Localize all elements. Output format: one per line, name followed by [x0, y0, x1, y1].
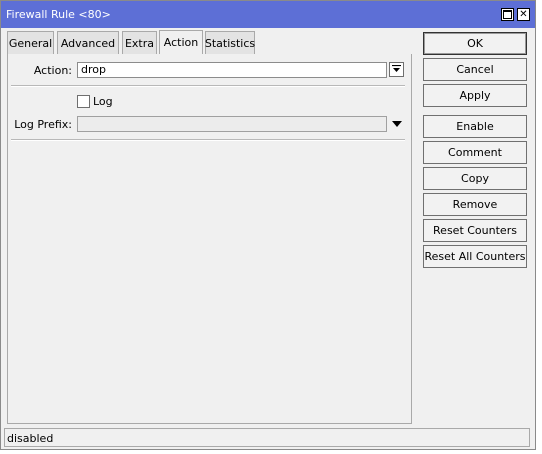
- remove-button[interactable]: Remove: [423, 193, 527, 216]
- log-prefix-label: Log Prefix:: [14, 118, 72, 131]
- ok-button[interactable]: OK: [423, 32, 527, 55]
- dropdown-arrow-icon[interactable]: [392, 121, 402, 127]
- title-bar[interactable]: Firewall Rule <80> ✕: [1, 1, 535, 28]
- tab-action[interactable]: Action: [159, 30, 203, 54]
- reset-all-counters-button[interactable]: Reset All Counters: [423, 245, 527, 268]
- enable-button[interactable]: Enable: [423, 115, 527, 138]
- maximize-icon[interactable]: [501, 8, 514, 21]
- tab-advanced[interactable]: Advanced: [57, 31, 119, 54]
- close-icon[interactable]: ✕: [517, 8, 530, 21]
- action-label: Action:: [33, 64, 72, 77]
- log-checkbox[interactable]: [77, 95, 90, 108]
- tab-general[interactable]: General: [7, 31, 54, 54]
- apply-button[interactable]: Apply: [423, 84, 527, 107]
- action-select[interactable]: drop: [77, 62, 387, 78]
- log-label: Log: [93, 95, 113, 108]
- dropdown-arrow-icon[interactable]: [389, 62, 404, 77]
- log-prefix-field[interactable]: [77, 116, 387, 132]
- status-bar: disabled: [4, 428, 530, 447]
- cancel-button[interactable]: Cancel: [423, 58, 527, 81]
- tab-extra[interactable]: Extra: [122, 31, 157, 54]
- status-text: disabled: [7, 432, 54, 445]
- window-title: Firewall Rule <80>: [6, 8, 111, 21]
- separator: [11, 85, 405, 87]
- firewall-rule-window: Firewall Rule <80> ✕ General Advanced Ex…: [0, 0, 536, 450]
- action-tab-panel: [7, 54, 412, 424]
- copy-button[interactable]: Copy: [423, 167, 527, 190]
- reset-counters-button[interactable]: Reset Counters: [423, 219, 527, 242]
- comment-button[interactable]: Comment: [423, 141, 527, 164]
- tab-statistics[interactable]: Statistics: [205, 31, 255, 54]
- separator: [11, 139, 405, 141]
